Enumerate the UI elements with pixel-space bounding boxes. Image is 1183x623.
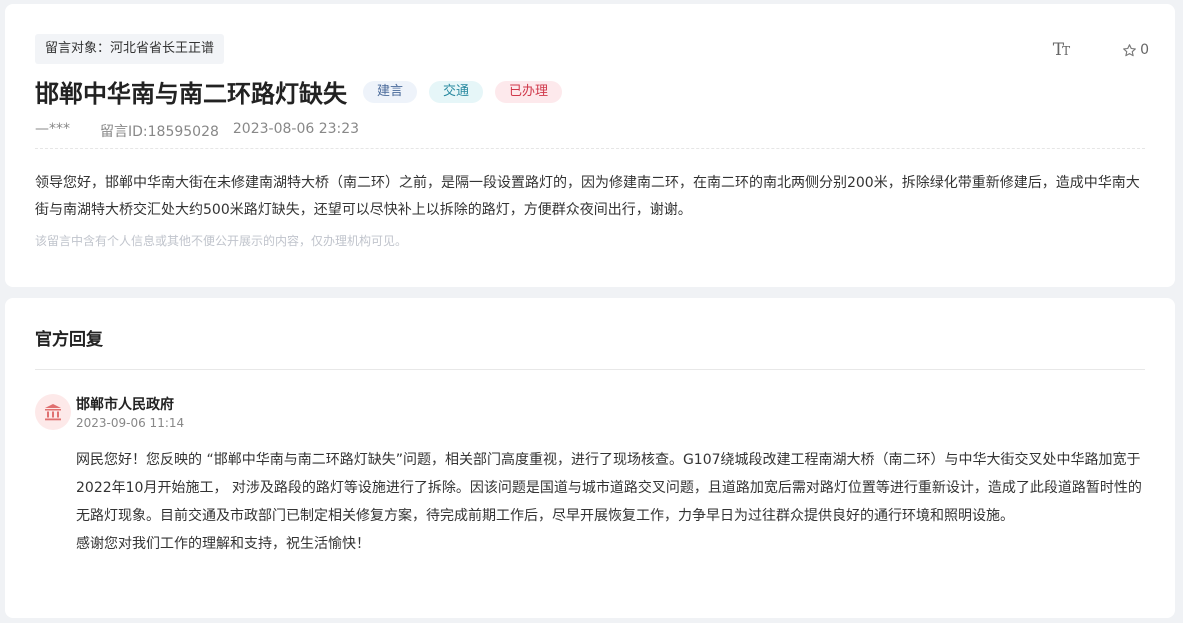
government-building-icon [45,404,61,421]
message-datetime: 2023-08-06 23:23 [232,121,360,137]
message-meta: —*** 留言ID:18595028 2023-08-06 23:23 [35,121,373,141]
font-size-icon[interactable]: TT [1053,40,1070,60]
message-title: 邯郸中华南与南二环路灯缺失 [35,80,347,108]
message-card: 留言对象：河北省省长王正谱 TT 0 邯郸中华南与南二环路灯缺失 建言 交通 已… [5,4,1175,287]
category-badge: 建言 [363,80,418,103]
avatar [35,394,71,430]
star-icon [1123,43,1136,56]
message-body: 领导您好，邯郸中华南大街在未修建南湖特大桥（南二环）之前，是隔一段设置路灯的，因… [35,175,1140,218]
reply-datetime: 2023-09-06 11:14 [76,416,185,430]
favorite-count: 0 [1140,42,1149,58]
status-badge: 已办理 [495,80,563,103]
divider [35,369,1145,370]
message-id: 留言ID:18595028 [100,124,219,140]
title-row: 邯郸中华南与南二环路灯缺失 建言 交通 已办理 [35,74,563,109]
divider [35,148,1145,149]
reply-paragraph: 感谢您对我们工作的理解和支持，祝生活愉快！ [76,536,370,552]
message-author: —*** [35,121,70,137]
reply-paragraph: 网民您好！您反映的 “邯郸中华南与南二环路灯缺失”问题，相关部门高度重视，进行了… [76,452,1142,524]
reply-card: 官方回复 邯郸市人民政府 2023-09-06 11:14 网民您好！您反映的 … [5,298,1175,618]
reply-heading: 官方回复 [35,330,103,350]
favorite-button[interactable]: 0 [1122,42,1149,58]
reply-body: 网民您好！您反映的 “邯郸中华南与南二环路灯缺失”问题，相关部门高度重视，进行了… [76,446,1149,558]
field-badge: 交通 [429,80,484,103]
message-target-tag: 留言对象：河北省省长王正谱 [35,34,225,64]
reply-organization: 邯郸市人民政府 [76,397,174,413]
privacy-notice: 该留言中含有个人信息或其他不便公开展示的内容，仅办理机构可见。 [35,234,408,248]
message-toolbar: TT 0 [1053,40,1149,60]
